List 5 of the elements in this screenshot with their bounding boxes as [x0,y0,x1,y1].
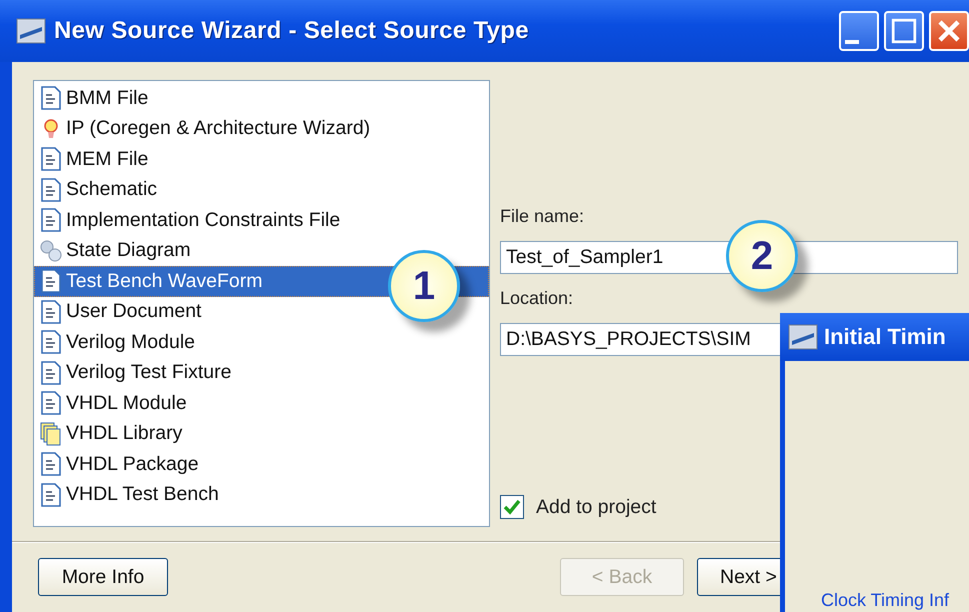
field-label: Location: [500,288,574,309]
window-title: Initial Timin [824,324,946,350]
field-label: File name: [500,206,586,227]
checkbox-label: Add to project [536,496,656,518]
window-title: New Source Wizard - Select Source Type [54,17,529,45]
